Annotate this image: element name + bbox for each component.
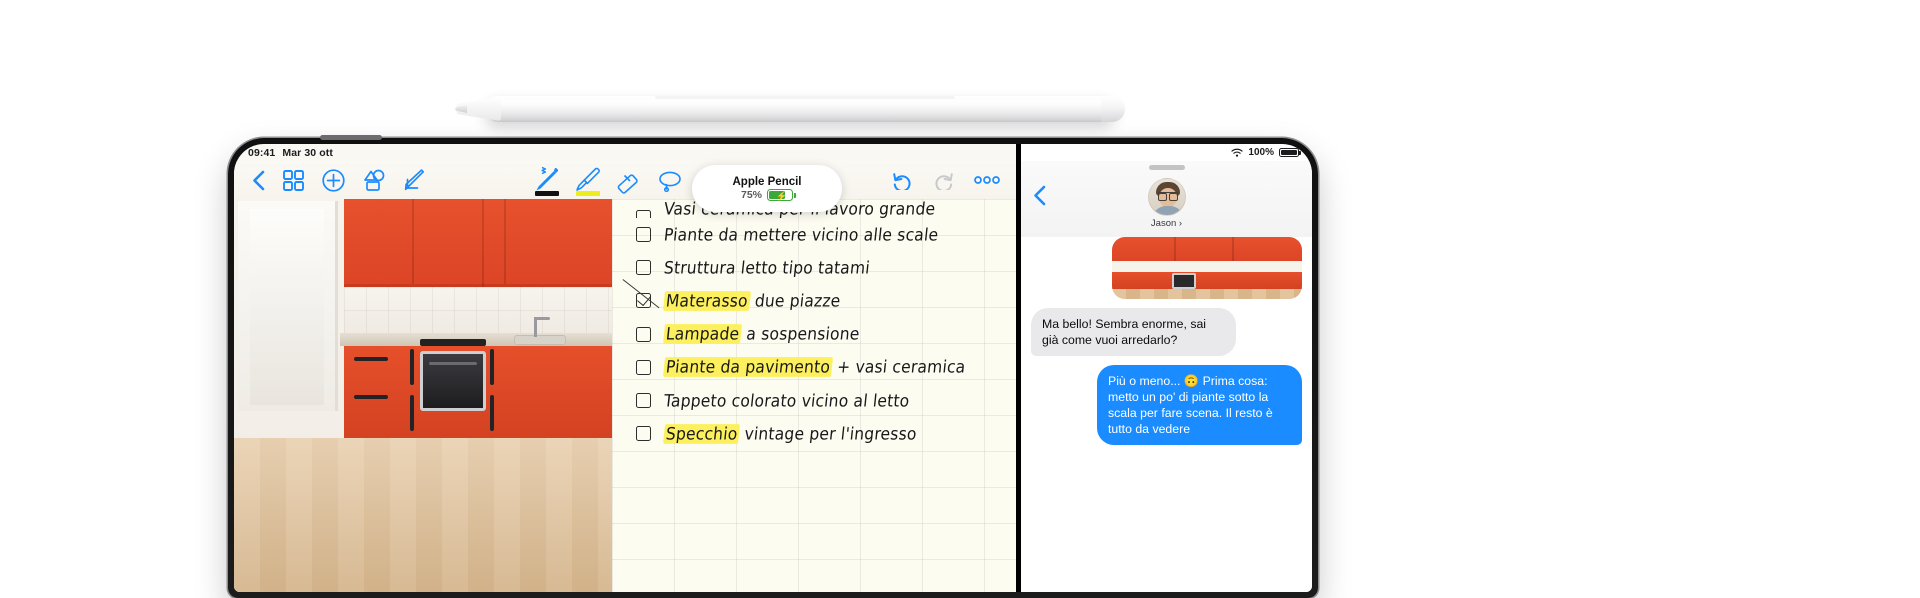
checklist-text: Tappeto colorato vicino al letto [662, 390, 911, 411]
checklist-checkbox[interactable] [636, 326, 651, 342]
checklist-text: Materasso due piazze [662, 291, 842, 311]
kitchen-photo[interactable] [234, 199, 612, 592]
checklist-item[interactable]: Lampade a sospensione [612, 318, 1016, 351]
status-time: 09:41 [248, 146, 276, 159]
checklist-item[interactable]: Tappeto colorato vicino al letto [612, 384, 1016, 417]
apple-pencil-battery-popup: Apple Pencil 75% ⚡ [692, 165, 842, 212]
apple-pencil-device [455, 88, 1125, 140]
checklist-checkbox[interactable] [636, 359, 651, 375]
checklist-checkbox[interactable] [612, 279, 660, 324]
lasso-tool[interactable] [657, 165, 683, 195]
checklist-text: Piante da pavimento + vasi ceramica [662, 357, 967, 378]
drag-grabber[interactable] [1148, 165, 1185, 170]
checklist-item[interactable]: Specchio vintage per l'ingresso [612, 417, 1016, 450]
highlighter-color-swatch [576, 191, 600, 196]
notes-status-bar: 09:41 Mar 30 ott [234, 144, 1016, 161]
pencil-popup-title: Apple Pencil [732, 176, 802, 188]
ipad-device: 09:41 Mar 30 ott Apple Pencil 75% ⚡ Vasi… [228, 135, 1318, 598]
checklist-checkbox[interactable] [636, 393, 651, 409]
pencil-body [485, 96, 1115, 122]
back-chevron-icon[interactable] [252, 170, 265, 191]
pen-tool[interactable] [534, 165, 560, 196]
pen-color-swatch [535, 191, 559, 196]
checklist-item[interactable]: Struttura letto tipo tatami [612, 251, 1016, 284]
message-bubble-incoming[interactable]: Ma bello! Sembra enorme, sai già come vu… [1031, 308, 1236, 356]
undo-icon[interactable] [892, 171, 913, 190]
checklist-text: Specchio vintage per l'ingresso [662, 423, 918, 444]
message-thread[interactable]: Ma bello! Sembra enorme, sai già come vu… [1021, 237, 1312, 592]
contact-name[interactable]: Jason › [1151, 218, 1182, 229]
more-options-icon[interactable] [974, 175, 1000, 185]
message-bubble-outgoing[interactable]: Più o meno... 🙃 Prima cosa: metto un po'… [1097, 365, 1302, 445]
messages-header: Jason › [1021, 161, 1312, 237]
checklist-checkbox[interactable] [636, 227, 651, 243]
eraser-tool[interactable] [616, 165, 642, 195]
messages-status-bar: 100% [1021, 144, 1312, 161]
checklist-item[interactable]: Piante da mettere vicino alle scale [612, 218, 1016, 251]
battery-percent-label: 100% [1248, 147, 1274, 158]
handwritten-checklist[interactable]: Vasi ceramica per il lavoro grande Piant… [612, 199, 1016, 592]
shapes-icon[interactable] [363, 169, 386, 192]
checklist-text: Struttura letto tipo tatami [662, 257, 871, 278]
checklist-text: Piante da mettere vicino alle scale [662, 224, 940, 245]
pencil-battery-percent: 75% [740, 189, 762, 201]
note-content-area: Vasi ceramica per il lavoro grande Piant… [234, 199, 1016, 592]
charging-bolt-icon: ⚡ [776, 191, 788, 201]
toolbar-left-group [234, 168, 426, 192]
status-date: Mar 30 ott [282, 146, 333, 159]
battery-icon: ⚡ [767, 189, 796, 201]
checklist-checkbox[interactable] [636, 260, 651, 276]
avatar[interactable] [1147, 177, 1186, 216]
compose-icon[interactable] [404, 169, 426, 191]
power-button[interactable] [320, 135, 382, 140]
gallery-grid-icon[interactable] [283, 169, 304, 191]
message-attachment-photo[interactable] [1112, 237, 1302, 299]
pencil-cap [1101, 96, 1125, 122]
wifi-icon [1231, 148, 1244, 157]
battery-full-icon [1279, 147, 1301, 158]
back-chevron-icon[interactable] [1033, 185, 1046, 206]
checklist-item-checked[interactable]: Materasso due piazze [612, 279, 1016, 324]
pencil-popup-battery-row: 75% ⚡ [740, 189, 796, 201]
checklist-checkbox[interactable] [636, 426, 651, 442]
redo-icon[interactable] [933, 171, 954, 190]
checklist-item[interactable]: Piante da pavimento + vasi ceramica [612, 351, 1016, 384]
pencil-flat-edge [655, 96, 955, 99]
ipad-screen: 09:41 Mar 30 ott Apple Pencil 75% ⚡ Vasi… [234, 144, 1312, 592]
checklist-text: Lampade a sospensione [662, 324, 861, 345]
add-circle-icon[interactable] [322, 168, 345, 192]
highlighter-tool[interactable] [575, 165, 601, 196]
notes-app-pane: 09:41 Mar 30 ott Apple Pencil 75% ⚡ Vasi… [234, 144, 1016, 592]
notes-toolbar: Apple Pencil 75% ⚡ [234, 161, 1016, 212]
messages-app-pane: 100% Jason › Ma bello! Sembra enorme, sa… [1016, 144, 1312, 592]
toolbar-right-group [892, 171, 1000, 190]
checklist-checkbox[interactable] [636, 210, 651, 218]
